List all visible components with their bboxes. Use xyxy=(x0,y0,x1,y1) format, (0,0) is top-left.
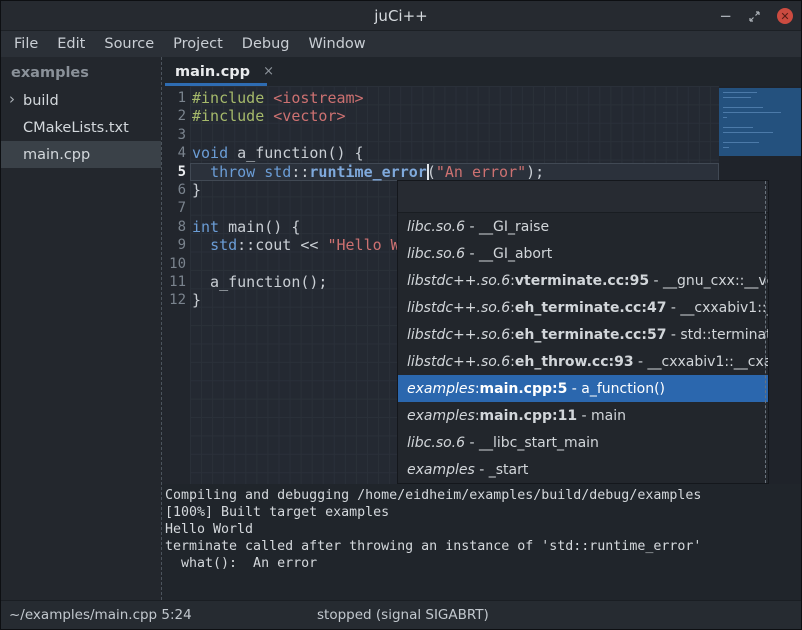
menu-bar: File Edit Source Project Debug Window xyxy=(1,31,801,57)
tree-item-cmakelists-txt[interactable]: CMakeLists.txt xyxy=(1,114,161,141)
line-number: 10 xyxy=(162,255,190,273)
backtrace-popup: libc.so.6 - __GI_raiselibc.so.6 - __GI_a… xyxy=(397,180,769,484)
line-number: 11 xyxy=(162,273,190,291)
menu-item-window[interactable]: Window xyxy=(308,36,365,52)
terminal-line: Compiling and debugging /home/eidheim/ex… xyxy=(165,487,801,504)
debug-status: stopped (signal SIGABRT) xyxy=(317,607,489,623)
terminal-output: Compiling and debugging /home/eidheim/ex… xyxy=(162,484,801,602)
restore-icon[interactable] xyxy=(748,10,761,23)
line-number: 9 xyxy=(162,236,190,254)
tab-bar: main.cpp × xyxy=(162,57,801,86)
status-bar: ~/examples/main.cpp 5:24 stopped (signal… xyxy=(1,600,801,629)
backtrace-file-line: eh_terminate.cc:47 xyxy=(515,300,667,316)
menu-item-edit[interactable]: Edit xyxy=(57,36,85,52)
minimap-visible-region[interactable] xyxy=(719,88,801,156)
line-number: 5 xyxy=(162,163,190,181)
code-line: throw std::runtime_error("An error"); xyxy=(190,163,719,181)
backtrace-symbol: - std::terminate() xyxy=(666,327,768,343)
menu-item-project[interactable]: Project xyxy=(173,36,223,52)
backtrace-item[interactable]: examples:main.cpp:5 - a_function() xyxy=(398,375,768,402)
backtrace-symbol: - __GI_abort xyxy=(465,246,552,262)
backtrace-library: examples xyxy=(407,462,475,478)
backtrace-library: libstdc++.so.6 xyxy=(407,273,510,289)
menu-item-debug[interactable]: Debug xyxy=(242,36,290,52)
backtrace-item[interactable]: libc.so.6 - __GI_abort xyxy=(398,240,768,267)
chevron-right-icon[interactable]: › xyxy=(9,90,15,108)
title-bar[interactable]: juCi++ − ✕ xyxy=(1,1,801,31)
line-number: 8 xyxy=(162,218,190,236)
terminal-line: what(): An error xyxy=(165,555,801,572)
backtrace-library: libstdc++.so.6 xyxy=(407,354,510,370)
backtrace-library: libstdc++.so.6 xyxy=(407,300,510,316)
code-line xyxy=(190,126,719,144)
backtrace-file-line: eh_throw.cc:93 xyxy=(515,354,634,370)
line-number: 4 xyxy=(162,144,190,162)
line-number-gutter: 123456789101112 xyxy=(162,86,190,484)
tree-item-main-cpp[interactable]: main.cpp xyxy=(1,141,161,168)
terminal-line: [100%] Built target examples xyxy=(165,504,801,521)
backtrace-symbol: - __libc_start_main xyxy=(465,435,599,451)
code-line: void a_function() { xyxy=(190,144,719,162)
line-number: 6 xyxy=(162,181,190,199)
backtrace-library: libc.so.6 xyxy=(407,246,465,262)
backtrace-list: libc.so.6 - __GI_raiselibc.so.6 - __GI_a… xyxy=(398,213,768,483)
backtrace-library: libc.so.6 xyxy=(407,219,465,235)
backtrace-popup-header xyxy=(398,181,768,213)
backtrace-item[interactable]: examples:main.cpp:11 - main xyxy=(398,402,768,429)
tab-main-cpp[interactable]: main.cpp × xyxy=(165,57,286,86)
backtrace-item[interactable]: examples - _start xyxy=(398,456,768,483)
app-window: juCi++ − ✕ File Edit Source Project Debug Win… xyxy=(0,0,802,630)
backtrace-item[interactable]: libstdc++.so.6:vterminate.cc:95 - __gnu_… xyxy=(398,267,768,294)
popup-scrollbar[interactable] xyxy=(765,181,766,483)
backtrace-library: libstdc++.so.6 xyxy=(407,327,510,343)
menu-item-file[interactable]: File xyxy=(14,36,38,52)
tab-label: main.cpp xyxy=(175,64,250,80)
tree-item-label: main.cpp xyxy=(1,147,90,163)
backtrace-item[interactable]: libstdc++.so.6:eh_terminate.cc:47 - __cx… xyxy=(398,294,768,321)
code-line: #include <iostream> xyxy=(190,89,719,107)
backtrace-item[interactable]: libc.so.6 - __libc_start_main xyxy=(398,429,768,456)
line-number: 2 xyxy=(162,107,190,125)
code-line: #include <vector> xyxy=(190,107,719,125)
backtrace-file-line: main.cpp:5 xyxy=(480,381,568,397)
terminal-line: Hello World xyxy=(165,521,801,538)
backtrace-symbol: - __cxxabiv1::__terminate(void (*)()) xyxy=(666,300,768,316)
tree-item-build[interactable]: ›build xyxy=(1,87,161,114)
project-name: examples xyxy=(1,57,161,87)
window-buttons: − ✕ xyxy=(719,1,793,31)
file-tree: ›build CMakeLists.txt main.cpp xyxy=(1,87,161,168)
backtrace-symbol: - _start xyxy=(475,462,529,478)
backtrace-symbol: - __gnu_cxx::__verbose_terminate_handler… xyxy=(649,273,768,289)
backtrace-item[interactable]: libstdc++.so.6:eh_terminate.cc:57 - std:… xyxy=(398,321,768,348)
close-button[interactable]: ✕ xyxy=(777,8,793,24)
terminal-line: terminate called after throwing an insta… xyxy=(165,538,801,555)
backtrace-file-line: main.cpp:11 xyxy=(480,408,578,424)
backtrace-symbol: - __cxxabiv1::__cxa_throw xyxy=(634,354,768,370)
file-location-status: ~/examples/main.cpp 5:24 xyxy=(9,607,192,623)
text-cursor xyxy=(427,164,429,181)
tree-item-label: CMakeLists.txt xyxy=(1,120,129,136)
backtrace-symbol: - __GI_raise xyxy=(465,219,549,235)
window-title: juCi++ xyxy=(1,7,801,25)
project-sidebar: examples ›build CMakeLists.txt main.cpp xyxy=(1,57,161,600)
backtrace-symbol: - main xyxy=(577,408,626,424)
backtrace-item[interactable]: libstdc++.so.6:eh_throw.cc:93 - __cxxabi… xyxy=(398,348,768,375)
backtrace-library: examples xyxy=(407,408,475,424)
backtrace-item[interactable]: libc.so.6 - __GI_raise xyxy=(398,213,768,240)
backtrace-file-line: vterminate.cc:95 xyxy=(515,273,649,289)
backtrace-library: examples xyxy=(407,381,475,397)
backtrace-library: libc.so.6 xyxy=(407,435,465,451)
backtrace-file-line: eh_terminate.cc:57 xyxy=(515,327,667,343)
line-number: 7 xyxy=(162,199,190,217)
minimize-button[interactable]: − xyxy=(719,9,732,24)
tab-close-icon[interactable]: × xyxy=(263,64,274,79)
menu-item-source[interactable]: Source xyxy=(104,36,154,52)
line-number: 3 xyxy=(162,126,190,144)
line-number: 12 xyxy=(162,291,190,309)
line-number: 1 xyxy=(162,89,190,107)
backtrace-symbol: - a_function() xyxy=(567,381,665,397)
